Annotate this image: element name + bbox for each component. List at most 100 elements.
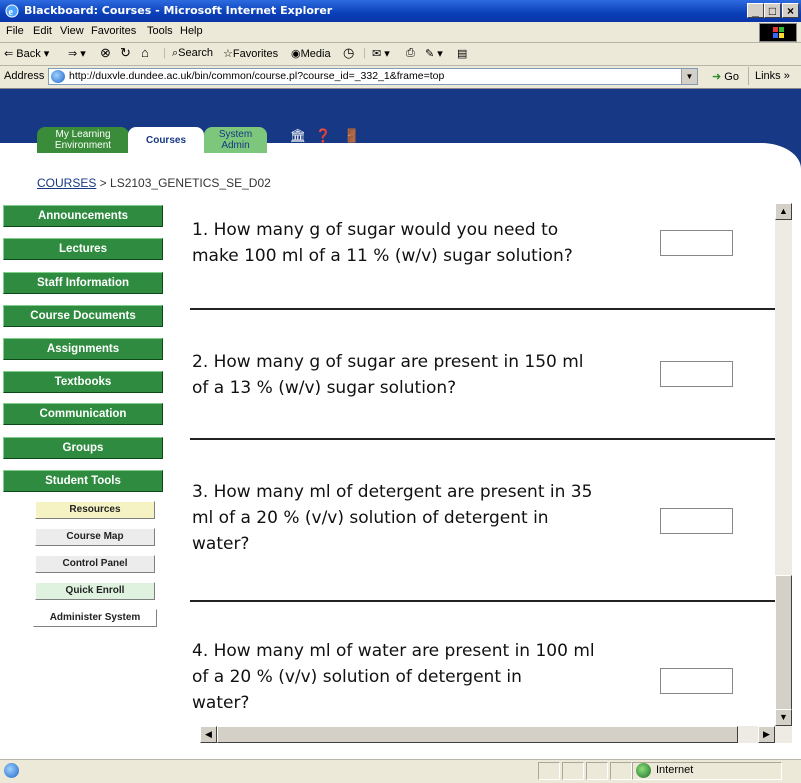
close-button[interactable]: ×: [782, 3, 799, 18]
nav-textbooks[interactable]: Textbooks: [3, 371, 163, 393]
answer-input-3[interactable]: [660, 508, 733, 534]
svg-text:e: e: [9, 7, 14, 18]
go-button[interactable]: ➜ Go: [712, 70, 739, 83]
divider: [190, 600, 775, 602]
status-cell: [538, 762, 560, 780]
home-label: Home: [286, 142, 311, 152]
nav-assignments[interactable]: Assignments: [3, 338, 163, 360]
help-label: Help: [314, 142, 333, 152]
window-title-bar: e Blackboard: Courses - Microsoft Intern…: [0, 0, 801, 22]
question-1: 1. How many g of sugar would you need to…: [192, 220, 573, 266]
nav-communication[interactable]: Communication: [3, 403, 163, 425]
menu-tools[interactable]: Tools: [147, 25, 173, 37]
answer-input-4[interactable]: [660, 668, 733, 694]
menu-bar: File Edit View Favorites Tools Help: [0, 22, 801, 43]
address-bar: Address http://duxvle.dundee.ac.uk/bin/c…: [0, 66, 801, 89]
edit-icon[interactable]: ✎ ▾: [425, 47, 443, 60]
breadcrumb-current: LS2103_GENETICS_SE_D02: [110, 176, 271, 190]
links-button[interactable]: Links »: [748, 67, 790, 85]
stop-icon[interactable]: ⊗: [100, 45, 111, 61]
address-url[interactable]: http://duxvle.dundee.ac.uk/bin/common/co…: [69, 70, 444, 82]
scroll-up-icon[interactable]: ▲: [775, 203, 792, 220]
toolbar-separator: |: [363, 47, 366, 59]
tool-quick-enroll[interactable]: Quick Enroll: [35, 582, 155, 600]
answer-input-2[interactable]: [660, 361, 733, 387]
favorites-icon: ☆: [223, 48, 233, 60]
question-2: 2. How many g of sugar are present in 15…: [192, 352, 584, 398]
page-status-icon: [4, 763, 19, 778]
back-button[interactable]: ⇐ Back ▾: [4, 47, 49, 60]
frame-vertical-scrollbar[interactable]: ▲ ▼: [775, 203, 792, 743]
menu-file[interactable]: File: [6, 25, 24, 37]
internet-globe-icon: [636, 763, 651, 778]
refresh-icon[interactable]: ↻: [120, 45, 131, 61]
frame-horizontal-scrollbar[interactable]: ◀ ▶: [200, 726, 775, 743]
menu-edit[interactable]: Edit: [33, 25, 52, 37]
page-icon: [51, 70, 65, 83]
help-link[interactable]: ❓ Help: [314, 129, 333, 152]
address-input[interactable]: http://duxvle.dundee.ac.uk/bin/common/co…: [48, 68, 698, 85]
search-button[interactable]: ⌕Search: [172, 47, 213, 60]
nav-course-documents[interactable]: Course Documents: [3, 305, 163, 327]
address-label: Address: [4, 70, 45, 82]
tab-system-admin[interactable]: System Admin: [204, 127, 267, 153]
status-bar: Internet: [0, 759, 801, 783]
discuss-icon[interactable]: ▤: [457, 47, 467, 60]
forward-button[interactable]: ⇒ ▾: [68, 47, 86, 60]
breadcrumb-courses-link[interactable]: COURSES: [37, 176, 96, 190]
logout-label: Logout: [338, 142, 366, 152]
scroll-down-icon[interactable]: ▼: [775, 709, 792, 726]
status-cell: [562, 762, 584, 780]
scroll-left-icon[interactable]: ◀: [200, 726, 217, 743]
maximize-button[interactable]: □: [764, 3, 781, 18]
favorites-button[interactable]: ☆Favorites: [223, 47, 278, 60]
questions-frame: 1. How many g of sugar would you need to…: [168, 213, 775, 743]
nav-student-tools[interactable]: Student Tools: [3, 470, 163, 492]
minimize-button[interactable]: _: [747, 3, 764, 18]
logout-link[interactable]: 🚪 Logout: [338, 129, 366, 152]
security-zone: Internet: [656, 764, 694, 776]
divider: [190, 308, 775, 310]
media-button[interactable]: ◉Media: [291, 47, 331, 60]
tool-resources[interactable]: Resources: [35, 501, 155, 519]
home-link[interactable]: 🏛 Home: [286, 129, 310, 152]
nav-staff-information[interactable]: Staff Information: [3, 272, 163, 294]
tab-courses[interactable]: Courses: [128, 127, 204, 153]
browser-toolbar: ⇐ Back ▾ ⇒ ▾ ⊗ ↻ ⌂ | ⌕Search ☆Favorites …: [0, 43, 801, 66]
menu-favorites[interactable]: Favorites: [91, 25, 136, 37]
print-icon[interactable]: ⎙: [406, 47, 415, 60]
horizontal-scroll-thumb[interactable]: [217, 726, 738, 743]
help-icon: ❓: [315, 128, 332, 143]
home-icon[interactable]: ⌂: [141, 45, 149, 60]
breadcrumb: COURSES > LS2103_GENETICS_SE_D02: [37, 176, 271, 190]
nav-groups[interactable]: Groups: [3, 437, 163, 459]
nav-announcements[interactable]: Announcements: [3, 205, 163, 227]
answer-input-1[interactable]: [660, 230, 733, 256]
menu-help[interactable]: Help: [180, 25, 203, 37]
menu-view[interactable]: View: [60, 25, 84, 37]
address-dropdown-icon[interactable]: ▼: [681, 69, 697, 84]
tab-my-learning-environment[interactable]: My Learning Environment: [37, 127, 129, 153]
status-cell: [586, 762, 608, 780]
media-icon: ◉: [291, 48, 301, 60]
status-cell: [610, 762, 632, 780]
window-scrollbar-track[interactable]: [792, 199, 801, 749]
go-arrow-icon: ➜: [712, 71, 722, 83]
zone-cell: [632, 762, 782, 780]
divider: [190, 438, 775, 440]
windows-flag-icon: [759, 23, 797, 42]
history-icon[interactable]: ◷: [343, 45, 354, 61]
logout-icon: 🚪: [343, 128, 360, 143]
internet-explorer-icon: e: [5, 4, 19, 18]
tool-course-map[interactable]: Course Map: [35, 528, 155, 546]
nav-lectures[interactable]: Lectures: [3, 238, 163, 260]
page-content: My Learning Environment Courses System A…: [0, 89, 801, 759]
tool-control-panel[interactable]: Control Panel: [35, 555, 155, 573]
vertical-scroll-thumb[interactable]: [775, 575, 792, 720]
toolbar-separator: |: [163, 47, 166, 59]
mail-icon[interactable]: ✉ ▾: [372, 47, 390, 60]
question-3: 3. How many ml of detergent are present …: [192, 482, 593, 554]
tool-administer-system[interactable]: Administer System: [33, 609, 157, 627]
scroll-right-icon[interactable]: ▶: [758, 726, 775, 743]
question-4: 4. How many ml of water are present in 1…: [192, 641, 595, 713]
